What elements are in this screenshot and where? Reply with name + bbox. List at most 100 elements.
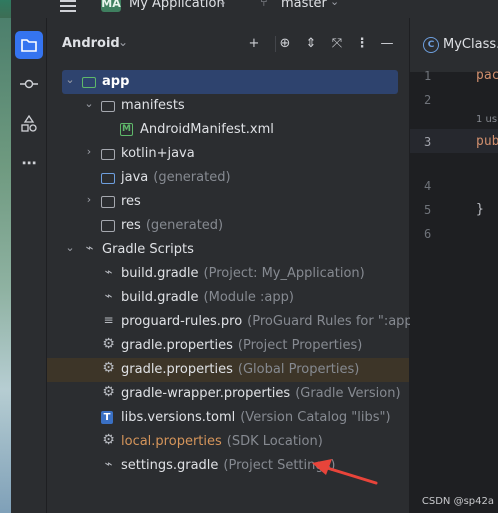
chevron-right-icon[interactable]: › (83, 193, 95, 206)
project-panel: Android ⌄ + ⊕ ⇕ ⤧ ⋮ — ⌄ app ⌄ manifests M And… (47, 18, 424, 513)
tree-row[interactable]: Tlibs.versions.toml (Version Catalog "lib… (47, 406, 409, 430)
tree-row[interactable]: ⌁ build.gradle (Project: My_Application) (47, 262, 409, 286)
file-hint: (Gradle Version) (295, 386, 401, 401)
chevron-down-icon[interactable]: ⌄ (218, 0, 227, 8)
tree-row[interactable]: res (generated) (47, 214, 409, 238)
branch-name[interactable]: master (281, 0, 327, 11)
collapse-all-icon[interactable]: ⤧ (327, 34, 347, 54)
file-hint: (Project: My_Application) (203, 266, 365, 281)
tree-row[interactable]: ⚙ gradle.properties (Project Properties) (47, 334, 409, 358)
project-badge[interactable]: MA (101, 0, 121, 12)
folder-icon (101, 101, 115, 112)
tree-row-label: build.gradle (Module :app) (121, 290, 294, 305)
generated-folder-icon (101, 173, 115, 184)
shapes-icon[interactable] (15, 110, 43, 138)
tree-row-label: settings.gradle (Project Settings) (121, 458, 335, 473)
file-name: kotlin+java (121, 146, 195, 161)
project-name[interactable]: My Application (129, 0, 225, 11)
tree-row-label: manifests (121, 98, 185, 113)
line-number: 5 (424, 203, 432, 217)
editor-tab-label[interactable]: MyClass.j (443, 37, 498, 52)
chevron-down-icon[interactable]: ⌄ (330, 0, 339, 8)
options-icon[interactable]: ⋮ (352, 34, 372, 54)
file-name: libs.versions.toml (121, 410, 236, 425)
view-selector-label[interactable]: Android (62, 36, 120, 51)
tree-row-label: java (generated) (121, 170, 231, 185)
tree-row[interactable]: ⚙ gradle.properties (Global Properties) (47, 358, 409, 382)
gear-icon: ⚙ (102, 360, 115, 376)
tree-row-label: gradle.properties (Global Properties) (121, 362, 359, 377)
gear-icon: ⚙ (102, 432, 115, 448)
file-name: proguard-rules.pro (121, 314, 243, 329)
line-number: 1 (424, 69, 432, 83)
file-name: gradle-wrapper.properties (121, 386, 291, 401)
tree-row-label: Gradle Scripts (102, 242, 194, 257)
expand-all-icon[interactable]: ⇕ (301, 34, 321, 54)
usages-inlay-hint[interactable]: 1 us (476, 114, 497, 125)
file-name: java (121, 170, 149, 185)
file-hint: (SDK Location) (226, 434, 323, 449)
tree-row[interactable]: ⚙ local.properties (SDK Location) (47, 430, 409, 454)
tree-row[interactable]: ⌄ manifests (47, 94, 409, 118)
tree-row-label: gradle.properties (Project Properties) (121, 338, 362, 353)
add-icon[interactable]: + (244, 34, 264, 54)
file-name: gradle.properties (121, 362, 233, 377)
tree-row-label: gradle-wrapper.properties (Gradle Version… (121, 386, 401, 401)
tree-row[interactable]: ⌁ build.gradle (Module :app) (47, 286, 409, 310)
project-folder-icon[interactable] (15, 31, 43, 59)
branch-icon[interactable]: ⑂ (260, 0, 268, 10)
file-hint: (Module :app) (203, 290, 294, 305)
more-icon[interactable]: ⋯ (15, 149, 43, 177)
file-name: settings.gradle (121, 458, 219, 473)
annotation-arrow-icon (312, 459, 378, 485)
minimize-icon[interactable]: — (377, 34, 397, 54)
tree-row-label: AndroidManifest.xml (140, 122, 274, 137)
file-name: res (121, 194, 141, 209)
file-name: gradle.properties (121, 338, 233, 353)
tree-row[interactable]: › res (47, 190, 409, 214)
line-number: 4 (424, 179, 432, 193)
gear-icon: ⚙ (102, 336, 115, 352)
tree-row[interactable]: M AndroidManifest.xml (47, 118, 409, 142)
tree-row[interactable]: java (generated) (47, 166, 409, 190)
commit-icon[interactable] (15, 70, 43, 98)
tool-window-strip: ⋯ (11, 18, 47, 513)
res-folder-icon (101, 196, 115, 208)
top-toolbar: MA My Application ⌄ ⑂ master ⌄ (0, 0, 498, 18)
gradle-icon: ⌁ (104, 289, 113, 304)
project-panel-header: Android ⌄ + ⊕ ⇕ ⤧ ⋮ — (47, 18, 409, 72)
code-line[interactable]: } (476, 202, 484, 217)
locate-icon[interactable]: ⊕ (275, 34, 295, 54)
chevron-down-icon[interactable]: ⌄ (83, 97, 95, 110)
tree-row[interactable]: ⚙ gradle-wrapper.properties (Gradle Versio… (47, 382, 409, 406)
tree-row[interactable]: ⌄ app (62, 70, 398, 94)
file-name: local.properties (121, 434, 222, 449)
res-folder-icon (101, 220, 115, 232)
chevron-down-icon[interactable]: ⌄ (64, 73, 76, 86)
line-number: 3 (424, 135, 432, 149)
file-hint: (Project Properties) (237, 338, 363, 353)
file-name: build.gradle (121, 290, 199, 305)
tree-row-label: res (generated) (121, 218, 223, 233)
tree-row-label: build.gradle (Project: My_Application) (121, 266, 365, 281)
module-folder-icon (82, 77, 96, 88)
file-name: manifests (121, 98, 185, 113)
file-hint: (generated) (153, 170, 231, 185)
tree-row[interactable]: ≡ proguard-rules.pro (ProGuard Rules for "… (47, 310, 423, 334)
line-number: 2 (424, 93, 432, 107)
text-file-icon: ≡ (103, 313, 114, 327)
main-menu-icon[interactable] (60, 0, 76, 12)
code-line[interactable]: pac (476, 68, 498, 83)
chevron-right-icon[interactable]: › (83, 145, 95, 158)
gradle-icon: ⌁ (104, 265, 113, 280)
manifest-file-icon: M (120, 123, 133, 136)
code-line[interactable]: pub (476, 134, 498, 149)
chevron-down-icon[interactable]: ⌄ (64, 241, 76, 254)
tree-row-label: local.properties (SDK Location) (121, 434, 323, 449)
tree-row[interactable]: ⌄ ⌁ Gradle Scripts (47, 238, 409, 262)
tree-row[interactable]: › kotlin+java (47, 142, 409, 166)
tree-row-label: libs.versions.toml (Version Catalog "libs… (121, 410, 391, 425)
chevron-down-icon[interactable]: ⌄ (118, 35, 128, 49)
file-hint: (ProGuard Rules for ":app") (247, 314, 424, 329)
class-icon: C (423, 37, 439, 53)
